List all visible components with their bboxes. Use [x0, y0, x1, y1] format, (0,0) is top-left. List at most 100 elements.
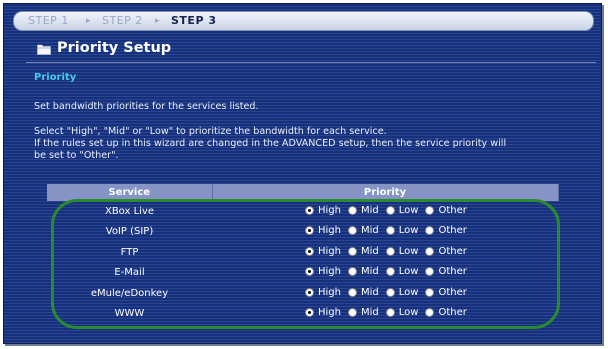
option-label: Mid: [360, 266, 379, 278]
priority-low-radio[interactable]: [385, 267, 395, 277]
service-name: VoIP (SIP): [105, 226, 154, 238]
priority-low-option[interactable]: Low: [385, 307, 419, 319]
priority-mid-option[interactable]: Mid: [347, 204, 379, 216]
priority-high-radio[interactable]: [305, 267, 314, 277]
priority-table: Service Priority XBox Live High Mid Low Othe…: [47, 184, 559, 324]
priority-options: High Mid Low Other: [212, 263, 558, 284]
priority-high-option[interactable]: High: [305, 246, 341, 257]
priority-low-option[interactable]: Low: [385, 204, 419, 216]
priority-high-option[interactable]: High: [305, 307, 341, 318]
option-label: High: [318, 266, 341, 278]
priority-high-option[interactable]: High: [305, 225, 341, 236]
priority-low-option[interactable]: Low: [385, 287, 418, 298]
step-separator-icon: ▸: [155, 16, 160, 26]
service-name: eMule/eDonkey: [90, 287, 169, 299]
priority-options: High Mid Low Other: [212, 201, 558, 222]
column-header-service: Service: [47, 184, 213, 201]
option-label: Other: [438, 266, 467, 278]
instruction-text: Set bandwidth priorities for the service…: [34, 101, 259, 112]
instruction-text: Select "High", "Mid" or "Low" to priorit…: [34, 126, 387, 137]
table-row: WWW High Mid Low Other: [47, 304, 558, 325]
priority-other-radio[interactable]: [425, 246, 435, 256]
priority-other-radio[interactable]: [425, 226, 435, 236]
priority-mid-option[interactable]: Mid: [347, 266, 379, 278]
option-label: Low: [398, 245, 419, 257]
priority-other-radio[interactable]: [425, 287, 435, 297]
priority-mid-radio[interactable]: [347, 246, 357, 256]
priority-other-radio[interactable]: [425, 267, 435, 277]
folder-icon: [37, 44, 51, 55]
priority-high-radio[interactable]: [305, 246, 314, 256]
priority-low-radio[interactable]: [385, 287, 395, 297]
priority-high-option[interactable]: High: [305, 287, 341, 298]
option-label: Low: [398, 225, 419, 237]
priority-other-option[interactable]: Other: [425, 307, 467, 319]
priority-low-radio[interactable]: [385, 226, 395, 236]
option-label: Mid: [360, 204, 379, 216]
priority-low-radio[interactable]: [385, 205, 395, 215]
step-2-label: STEP 2: [102, 14, 143, 27]
step-3-label: STEP 3: [171, 14, 217, 27]
option-label: Mid: [360, 307, 379, 319]
step-1-label: STEP 1: [28, 14, 69, 27]
priority-low-option[interactable]: Low: [385, 245, 419, 257]
table-header-row: Service Priority: [47, 184, 559, 201]
priority-options: High Mid Low Other: [212, 304, 558, 325]
priority-mid-radio[interactable]: [347, 205, 357, 215]
option-label: High: [318, 245, 341, 257]
priority-mid-option[interactable]: Mid: [347, 246, 379, 257]
option-label: Low: [398, 266, 419, 278]
priority-high-option[interactable]: High: [305, 205, 341, 216]
option-label: High: [318, 307, 341, 319]
priority-options: High Mid Low Other: [212, 283, 558, 304]
section-heading: Priority: [34, 72, 77, 83]
instruction-text: If the rules set up in this wizard are c…: [34, 138, 507, 149]
priority-mid-option[interactable]: Mid: [347, 307, 379, 319]
priority-other-radio[interactable]: [425, 308, 435, 318]
option-label: Low: [398, 307, 419, 319]
step-progress-bar: STEP 1 ▸ STEP 2 ▸ STEP 3: [13, 11, 594, 31]
table-row: XBox Live High Mid Low Other: [47, 201, 558, 222]
priority-mid-radio[interactable]: [347, 308, 357, 318]
priority-high-radio[interactable]: [305, 287, 314, 297]
priority-mid-radio[interactable]: [347, 287, 357, 297]
wizard-panel: STEP 1 ▸ STEP 2 ▸ STEP 3 Priority Setup …: [3, 3, 602, 344]
step-separator-icon: ▸: [86, 16, 91, 26]
service-name: FTP: [120, 246, 139, 258]
instruction-text: be set to "Other".: [34, 150, 119, 161]
priority-mid-option[interactable]: Mid: [347, 225, 379, 236]
priority-low-radio[interactable]: [385, 308, 395, 318]
page-title: Priority Setup: [57, 40, 172, 56]
priority-other-option[interactable]: Other: [425, 225, 467, 237]
priority-other-radio[interactable]: [425, 205, 435, 215]
title-divider: [26, 62, 596, 63]
table-row: eMule/eDonkey High Mid Low Other: [47, 283, 558, 304]
service-name: E-Mail: [114, 267, 145, 279]
option-label: High: [318, 286, 341, 298]
priority-other-option[interactable]: Other: [425, 266, 467, 278]
priority-mid-option[interactable]: Mid: [347, 286, 379, 298]
table-row: E-Mail High Mid Low Other: [47, 263, 558, 284]
option-label: Other: [438, 204, 467, 216]
priority-low-option[interactable]: Low: [385, 266, 419, 278]
table-row: VoIP (SIP) High Mid Low Other: [47, 222, 558, 243]
priority-mid-radio[interactable]: [347, 226, 357, 236]
priority-high-radio[interactable]: [305, 205, 314, 215]
option-label: Low: [398, 204, 419, 216]
priority-mid-radio[interactable]: [347, 267, 357, 277]
option-label: Other: [438, 225, 467, 237]
priority-options: High Mid Low Other: [212, 242, 558, 263]
option-label: High: [318, 225, 341, 237]
table-row: FTP High Mid Low Other: [47, 242, 558, 263]
priority-other-option[interactable]: Other: [425, 246, 467, 257]
priority-high-radio[interactable]: [305, 308, 314, 318]
priority-other-option[interactable]: Other: [425, 204, 467, 216]
priority-low-radio[interactable]: [385, 246, 395, 256]
priority-other-option[interactable]: Other: [425, 287, 467, 298]
service-name: XBox Live: [104, 205, 155, 217]
priority-high-radio[interactable]: [305, 226, 314, 236]
option-label: Other: [438, 307, 467, 319]
priority-high-option[interactable]: High: [305, 266, 341, 277]
priority-low-option[interactable]: Low: [385, 225, 419, 237]
option-label: Mid: [360, 286, 379, 298]
